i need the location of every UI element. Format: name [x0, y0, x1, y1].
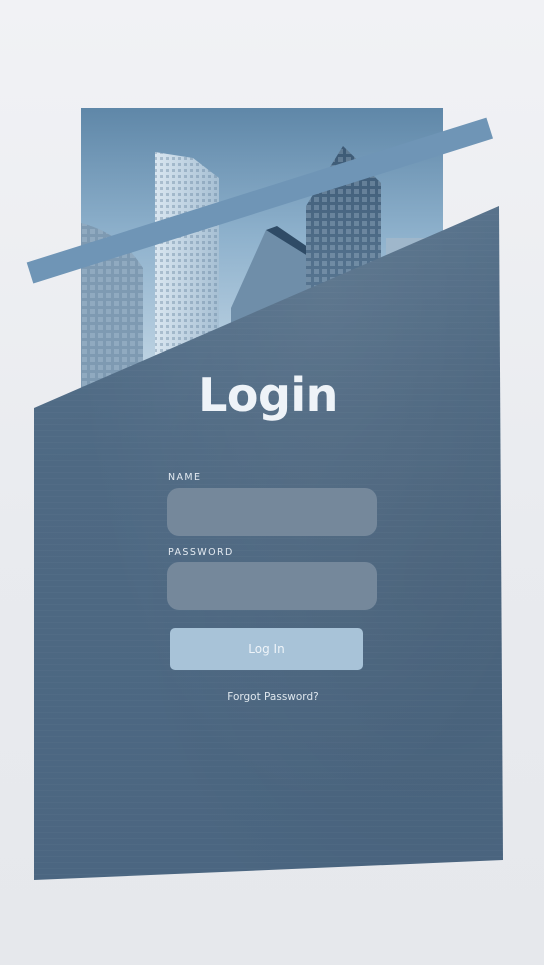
name-label: NAME	[168, 472, 202, 483]
password-label: PASSWORD	[168, 547, 234, 558]
login-button[interactable]: Log In	[170, 628, 363, 670]
name-input[interactable]	[167, 488, 377, 536]
forgot-password-link[interactable]: Forgot Password?	[1, 691, 544, 703]
page-title: Login	[198, 368, 338, 422]
password-input[interactable]	[167, 562, 377, 610]
